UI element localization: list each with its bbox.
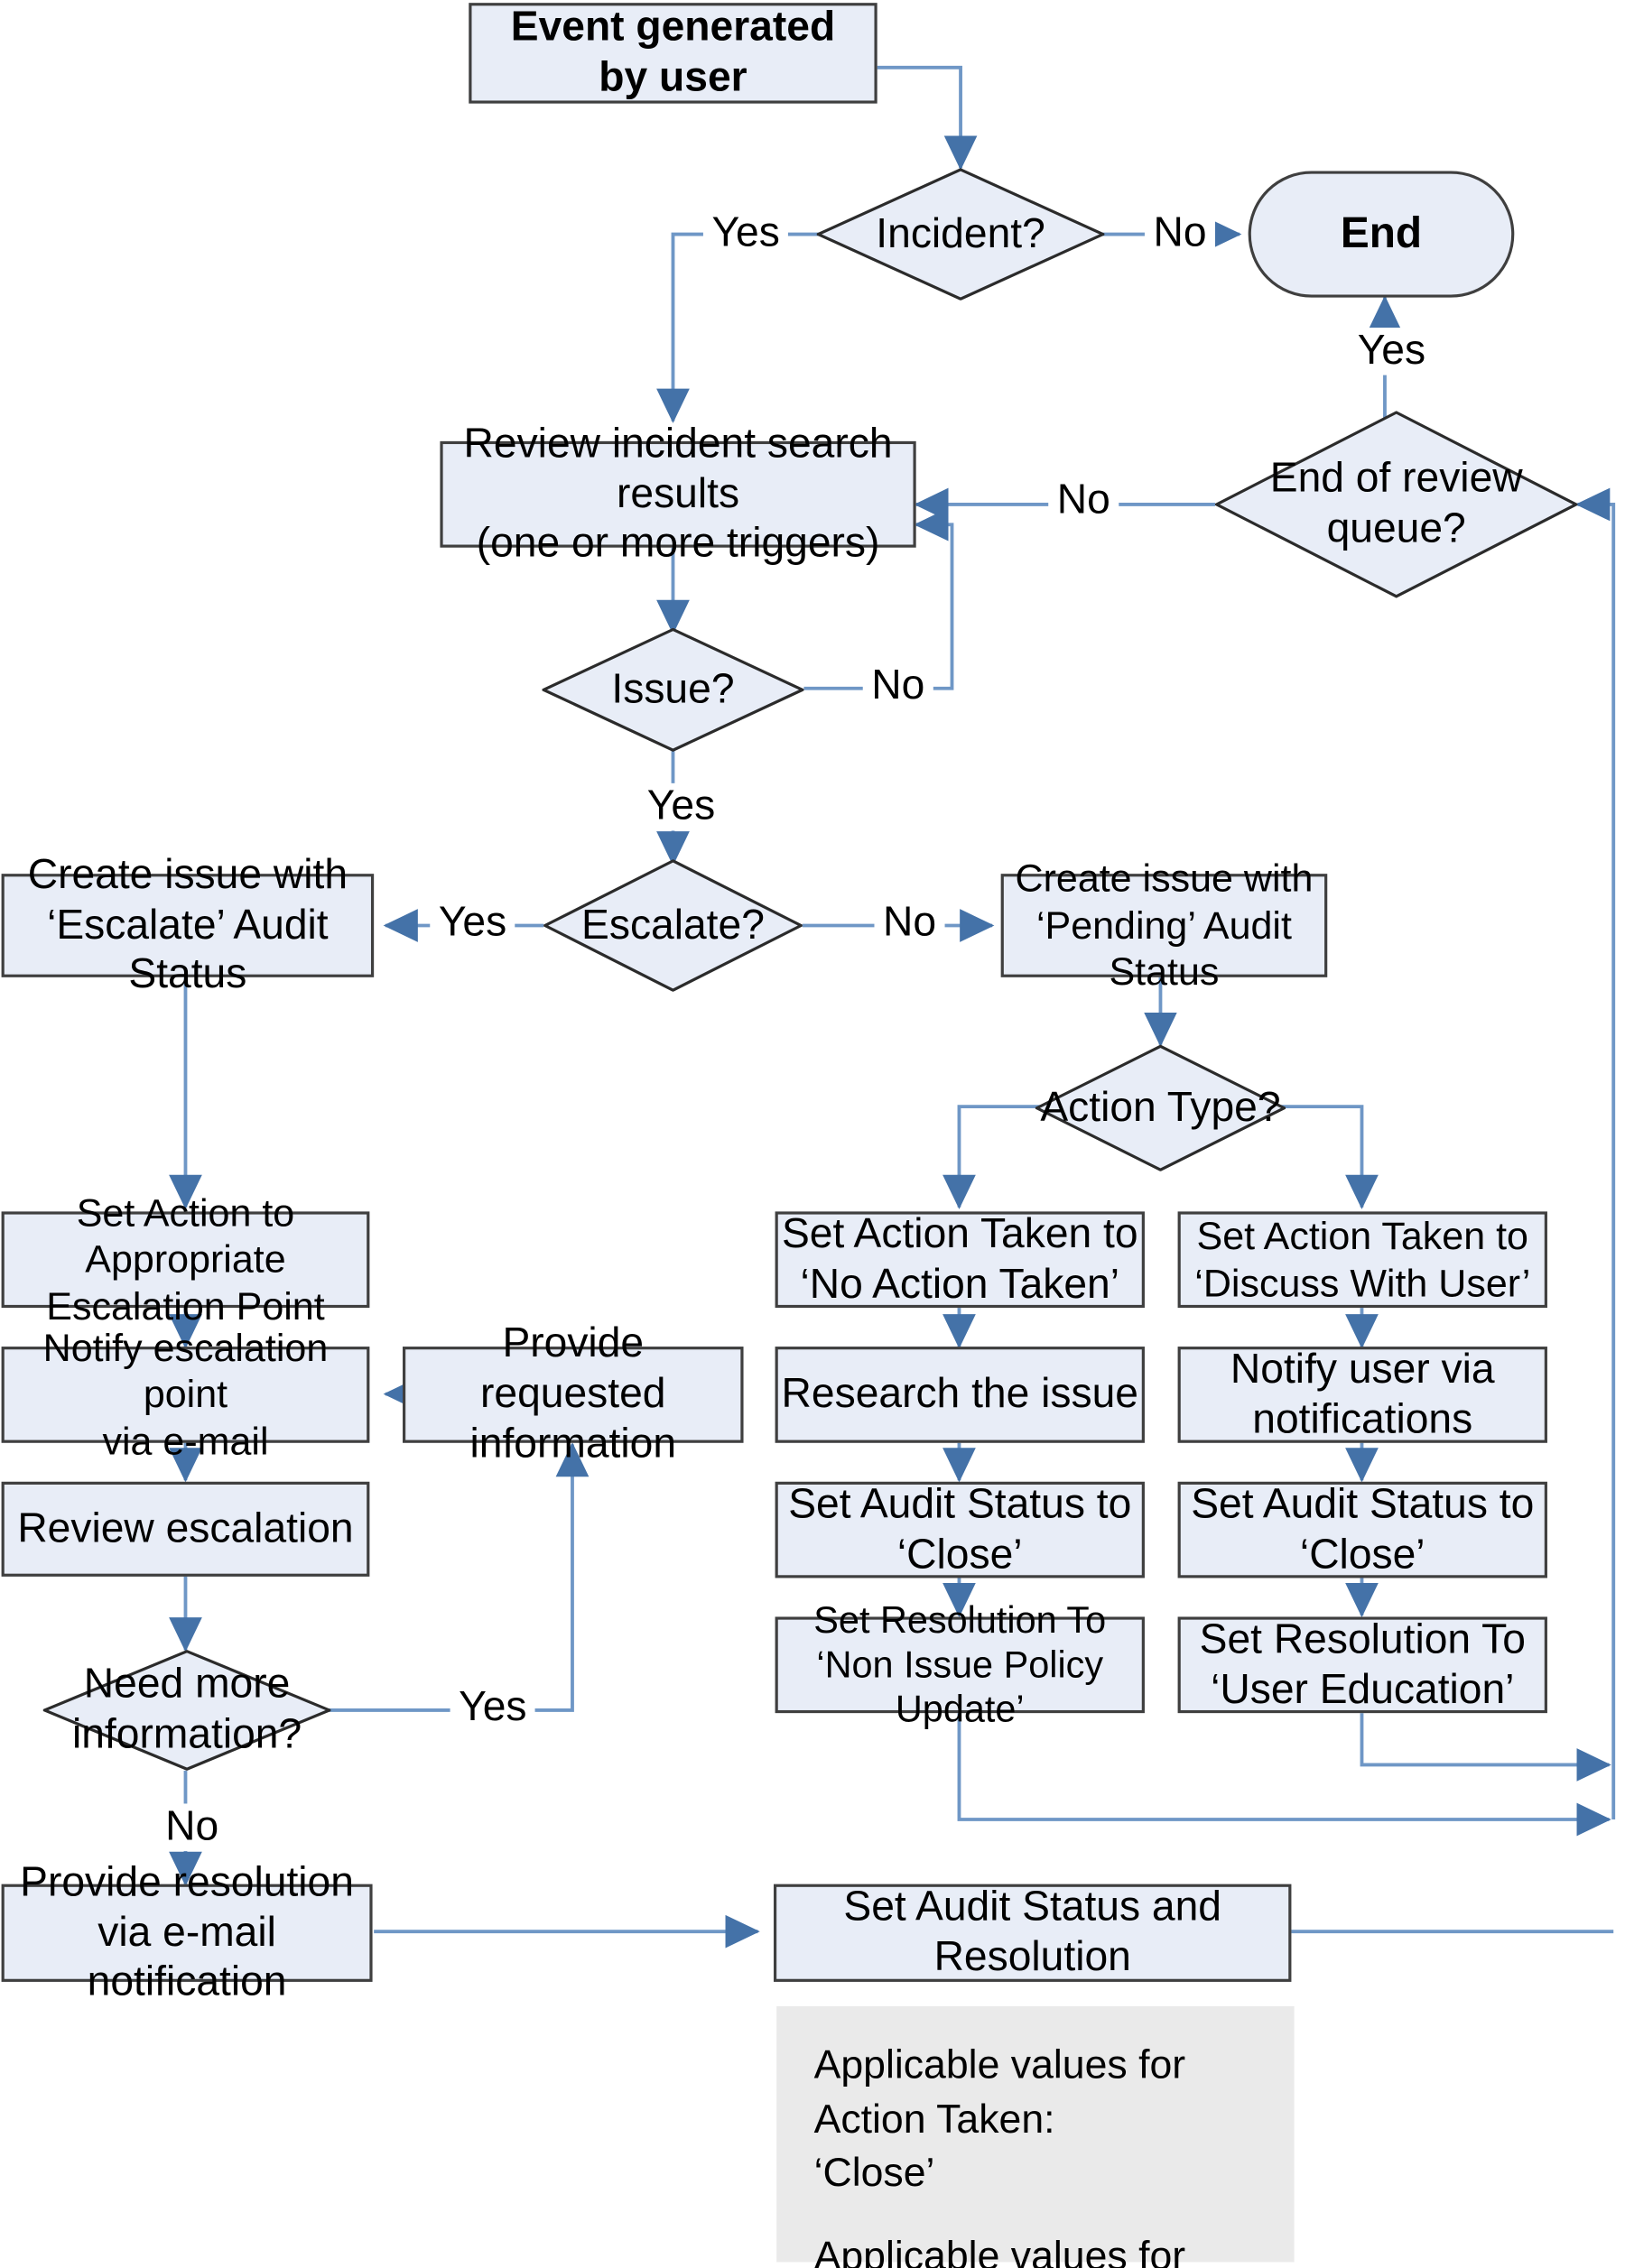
note-applicable-values: Applicable values for Action Taken: ‘Clo… (776, 2005, 1295, 2268)
node-label: Review incident search results (one or m… (463, 421, 893, 568)
edge-label-escalate-yes: Yes (430, 899, 515, 948)
node-label: Research the issue (781, 1371, 1138, 1418)
node-set-audit-status-close-right[interactable]: Set Audit Status to ‘Close’ (1177, 1481, 1547, 1578)
node-set-action-no-action-taken[interactable]: Set Action Taken to ‘No Action Taken’ (775, 1210, 1145, 1309)
node-set-audit-status-and-resolution[interactable]: Set Audit Status and Resolution (773, 1884, 1292, 1982)
edge-label-issue-yes: Yes (638, 782, 724, 831)
flowchart-canvas: Event generated by user Incident? End Re… (0, 0, 1625, 2268)
edge-label-incident-yes: Yes (702, 209, 789, 258)
node-label: End (1340, 209, 1423, 258)
edge-event-to-incident (877, 65, 978, 171)
edge-rail-to-queue (1575, 487, 1616, 1819)
edge-label-need-info-yes: Yes (450, 1684, 536, 1732)
node-provide-requested-information[interactable]: Provide requested information (403, 1321, 744, 1467)
node-label: Need more information? (71, 1662, 302, 1758)
node-set-resolution-user-education[interactable]: Set Resolution To ‘User Education’ (1177, 1615, 1547, 1714)
node-label: Review escalation (17, 1505, 354, 1552)
node-notify-user-via-notifications[interactable]: Notify user via notifications (1177, 1346, 1547, 1443)
node-label: Set Resolution To ‘Non Issue Policy Upda… (813, 1597, 1107, 1731)
node-event-generated[interactable]: Event generated by user (469, 3, 878, 104)
node-end-of-review-queue-decision[interactable]: End of review queue? (1215, 411, 1578, 598)
edge-right-to-rail (1360, 1713, 1611, 1782)
node-label: Incident? (876, 210, 1045, 257)
node-label: Action Type? (1040, 1084, 1281, 1131)
node-review-escalation[interactable]: Review escalation (1, 1481, 370, 1577)
node-set-action-escalation-point[interactable]: Set Action to Appropriate Escalation Poi… (1, 1191, 370, 1328)
node-create-issue-pending[interactable]: Create issue with ‘Pending’ Audit Status (1000, 857, 1328, 994)
node-label: Set Audit Status to ‘Close’ (1191, 1481, 1535, 1578)
note-action-taken-values: ‘Close’ (813, 2150, 935, 2195)
edge-label-need-info-no: No (156, 1803, 228, 1852)
node-label: Set Resolution To ‘User Education’ (1199, 1615, 1526, 1713)
node-provide-resolution-email[interactable]: Provide resolution via e-mail notificati… (1, 1859, 373, 2005)
note-action-taken-heading: Applicable values for Action Taken: (813, 2041, 1186, 2141)
note-resolution-heading: Applicable values for Resolution: (813, 2232, 1186, 2268)
edge-label-queue-yes: Yes (1349, 328, 1435, 375)
edge-actiontype-right (1277, 1105, 1379, 1209)
node-incident-decision[interactable]: Incident? (816, 168, 1105, 301)
node-set-audit-status-close-middle[interactable]: Set Audit Status to ‘Close’ (775, 1481, 1145, 1578)
node-label: Notify escalation point via e-mail (42, 1326, 329, 1463)
node-end-terminator[interactable]: End (1248, 171, 1515, 298)
node-issue-decision[interactable]: Issue? (542, 627, 804, 752)
node-label: Event generated by user (510, 5, 836, 101)
node-label: Create issue with ‘Pending’ Audit Status (1015, 856, 1314, 994)
node-label: Set Action Taken to ‘Discuss With User’ (1194, 1214, 1531, 1305)
edge-label-escalate-no: No (874, 899, 945, 948)
node-label: Set Audit Status to ‘Close’ (788, 1481, 1132, 1578)
node-label: Create issue with ‘Escalate’ Audit Statu… (27, 851, 348, 998)
edge-actiontype-left (942, 1105, 1045, 1209)
node-label: Notify user via notifications (1230, 1346, 1495, 1442)
node-set-resolution-non-issue-policy-update[interactable]: Set Resolution To ‘Non Issue Policy Upda… (775, 1597, 1145, 1730)
node-label: Set Audit Status and Resolution (843, 1884, 1222, 1981)
node-create-issue-escalate[interactable]: Create issue with ‘Escalate’ Audit Statu… (1, 852, 375, 998)
node-action-type-decision[interactable]: Action Type? (1035, 1044, 1286, 1171)
node-label: Provide requested information (469, 1320, 677, 1467)
edge-label-issue-no: No (862, 662, 933, 710)
node-label: Set Action Taken to ‘No Action Taken’ (781, 1210, 1138, 1308)
node-notify-escalation-point[interactable]: Notify escalation point via e-mail (1, 1327, 370, 1463)
node-label: Issue? (611, 666, 735, 713)
node-label: Escalate? (581, 902, 765, 949)
node-set-action-discuss-with-user[interactable]: Set Action Taken to ‘Discuss With User’ (1177, 1211, 1547, 1309)
edge-label-incident-no: No (1144, 209, 1216, 258)
node-label: Set Action to Appropriate Escalation Poi… (46, 1190, 325, 1328)
node-need-more-information-decision[interactable]: Need more information? (42, 1650, 331, 1771)
node-research-the-issue[interactable]: Research the issue (775, 1347, 1145, 1443)
node-review-incident-results[interactable]: Review incident search results (one or m… (440, 421, 916, 567)
node-label: End of review queue? (1269, 456, 1523, 552)
node-label: Provide resolution via e-mail notificati… (20, 1859, 354, 2006)
node-escalate-decision[interactable]: Escalate? (543, 859, 803, 992)
edge-label-queue-no: No (1048, 477, 1119, 525)
